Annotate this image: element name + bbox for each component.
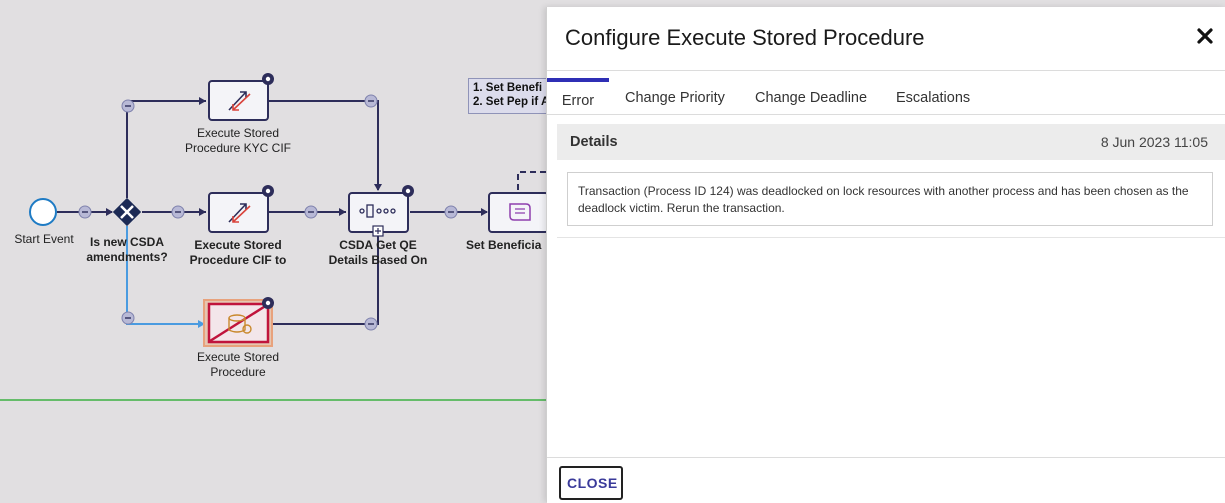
sp-cif-label-line2: Procedure CIF to [189,253,287,267]
error-message: Transaction (Process ID 124) was deadloc… [567,172,1213,226]
process-canvas[interactable]: Start Event Is new CSDA amendments? Exec… [0,0,546,502]
sp-plain-label-line2: Procedure [210,365,266,379]
close-button[interactable]: CLOSE [559,466,623,500]
link-icon[interactable] [364,94,378,108]
tab-escalations[interactable]: Escalations [896,78,970,114]
link-icon[interactable] [121,99,135,113]
annotation-line1: 1. Set Benefi [473,82,543,94]
start-event-node[interactable] [29,198,57,226]
details-header: Details 8 Jun 2023 11:05 [557,124,1225,160]
annotation-line2: 2. Set Pep if A [473,96,546,108]
task-sp-error[interactable] [203,299,273,347]
annotation-note[interactable]: 1. Set Benefi 2. Set Pep if A [468,78,546,114]
task-sp-kyc-cif[interactable] [208,80,269,121]
close-icon[interactable] [1196,27,1214,45]
csda-label-line2: Details Based On [328,253,428,267]
details-timestamp: 8 Jun 2023 11:05 [1100,134,1208,150]
link-icon[interactable] [78,205,92,219]
csda-label: CSDA Get QE Details Based On [318,238,438,268]
exclusive-gateway-node[interactable] [112,197,142,227]
start-event-label: Start Event [14,232,74,246]
tab-bar: Error Change Priority Change Deadline Es… [547,78,1225,115]
sp-plain-label: Execute Stored Procedure [178,350,298,380]
panel-footer: CLOSE [547,457,1225,503]
tab-error[interactable]: Error [547,78,609,114]
gateway-label: Is new CSDA amendments? [77,235,177,265]
csda-label-line1: CSDA Get QE [339,238,417,252]
subprocess-csda-get-qe[interactable] [348,192,409,237]
details-title: Details [570,134,618,150]
sp-kyc-label: Execute Stored Procedure KYC CIF [178,126,298,156]
details-body: Transaction (Process ID 124) was deadloc… [557,160,1225,238]
tab-change-priority[interactable]: Change Priority [625,78,725,114]
task-sp-cif[interactable] [208,192,269,233]
link-icon[interactable] [364,317,378,331]
gateway-label-line1: Is new CSDA [89,235,164,249]
gear-icon[interactable] [262,297,274,309]
link-icon[interactable] [121,311,135,325]
set-beneficiary-label: Set Beneficia [466,238,542,252]
configure-panel: Configure Execute Stored Procedure Error… [546,7,1225,503]
gear-icon[interactable] [262,73,274,85]
link-icon[interactable] [304,205,318,219]
sp-plain-label-line1: Execute Stored [196,350,280,364]
tab-change-deadline[interactable]: Change Deadline [755,78,867,114]
sp-cif-label-line1: Execute Stored [194,238,282,252]
panel-title: Configure Execute Stored Procedure [565,25,925,50]
panel-header: Configure Execute Stored Procedure [547,7,1225,71]
gear-icon[interactable] [262,185,274,197]
sp-kyc-label-line1: Execute Stored [196,126,280,140]
link-icon[interactable] [171,205,185,219]
sp-kyc-label-line2: Procedure KYC CIF [184,141,292,155]
link-icon[interactable] [444,205,458,219]
sp-cif-label: Execute Stored Procedure CIF to [178,238,298,268]
gear-icon[interactable] [402,185,414,197]
gateway-label-line2: amendments? [86,250,168,264]
task-set-beneficiary[interactable] [488,192,546,233]
